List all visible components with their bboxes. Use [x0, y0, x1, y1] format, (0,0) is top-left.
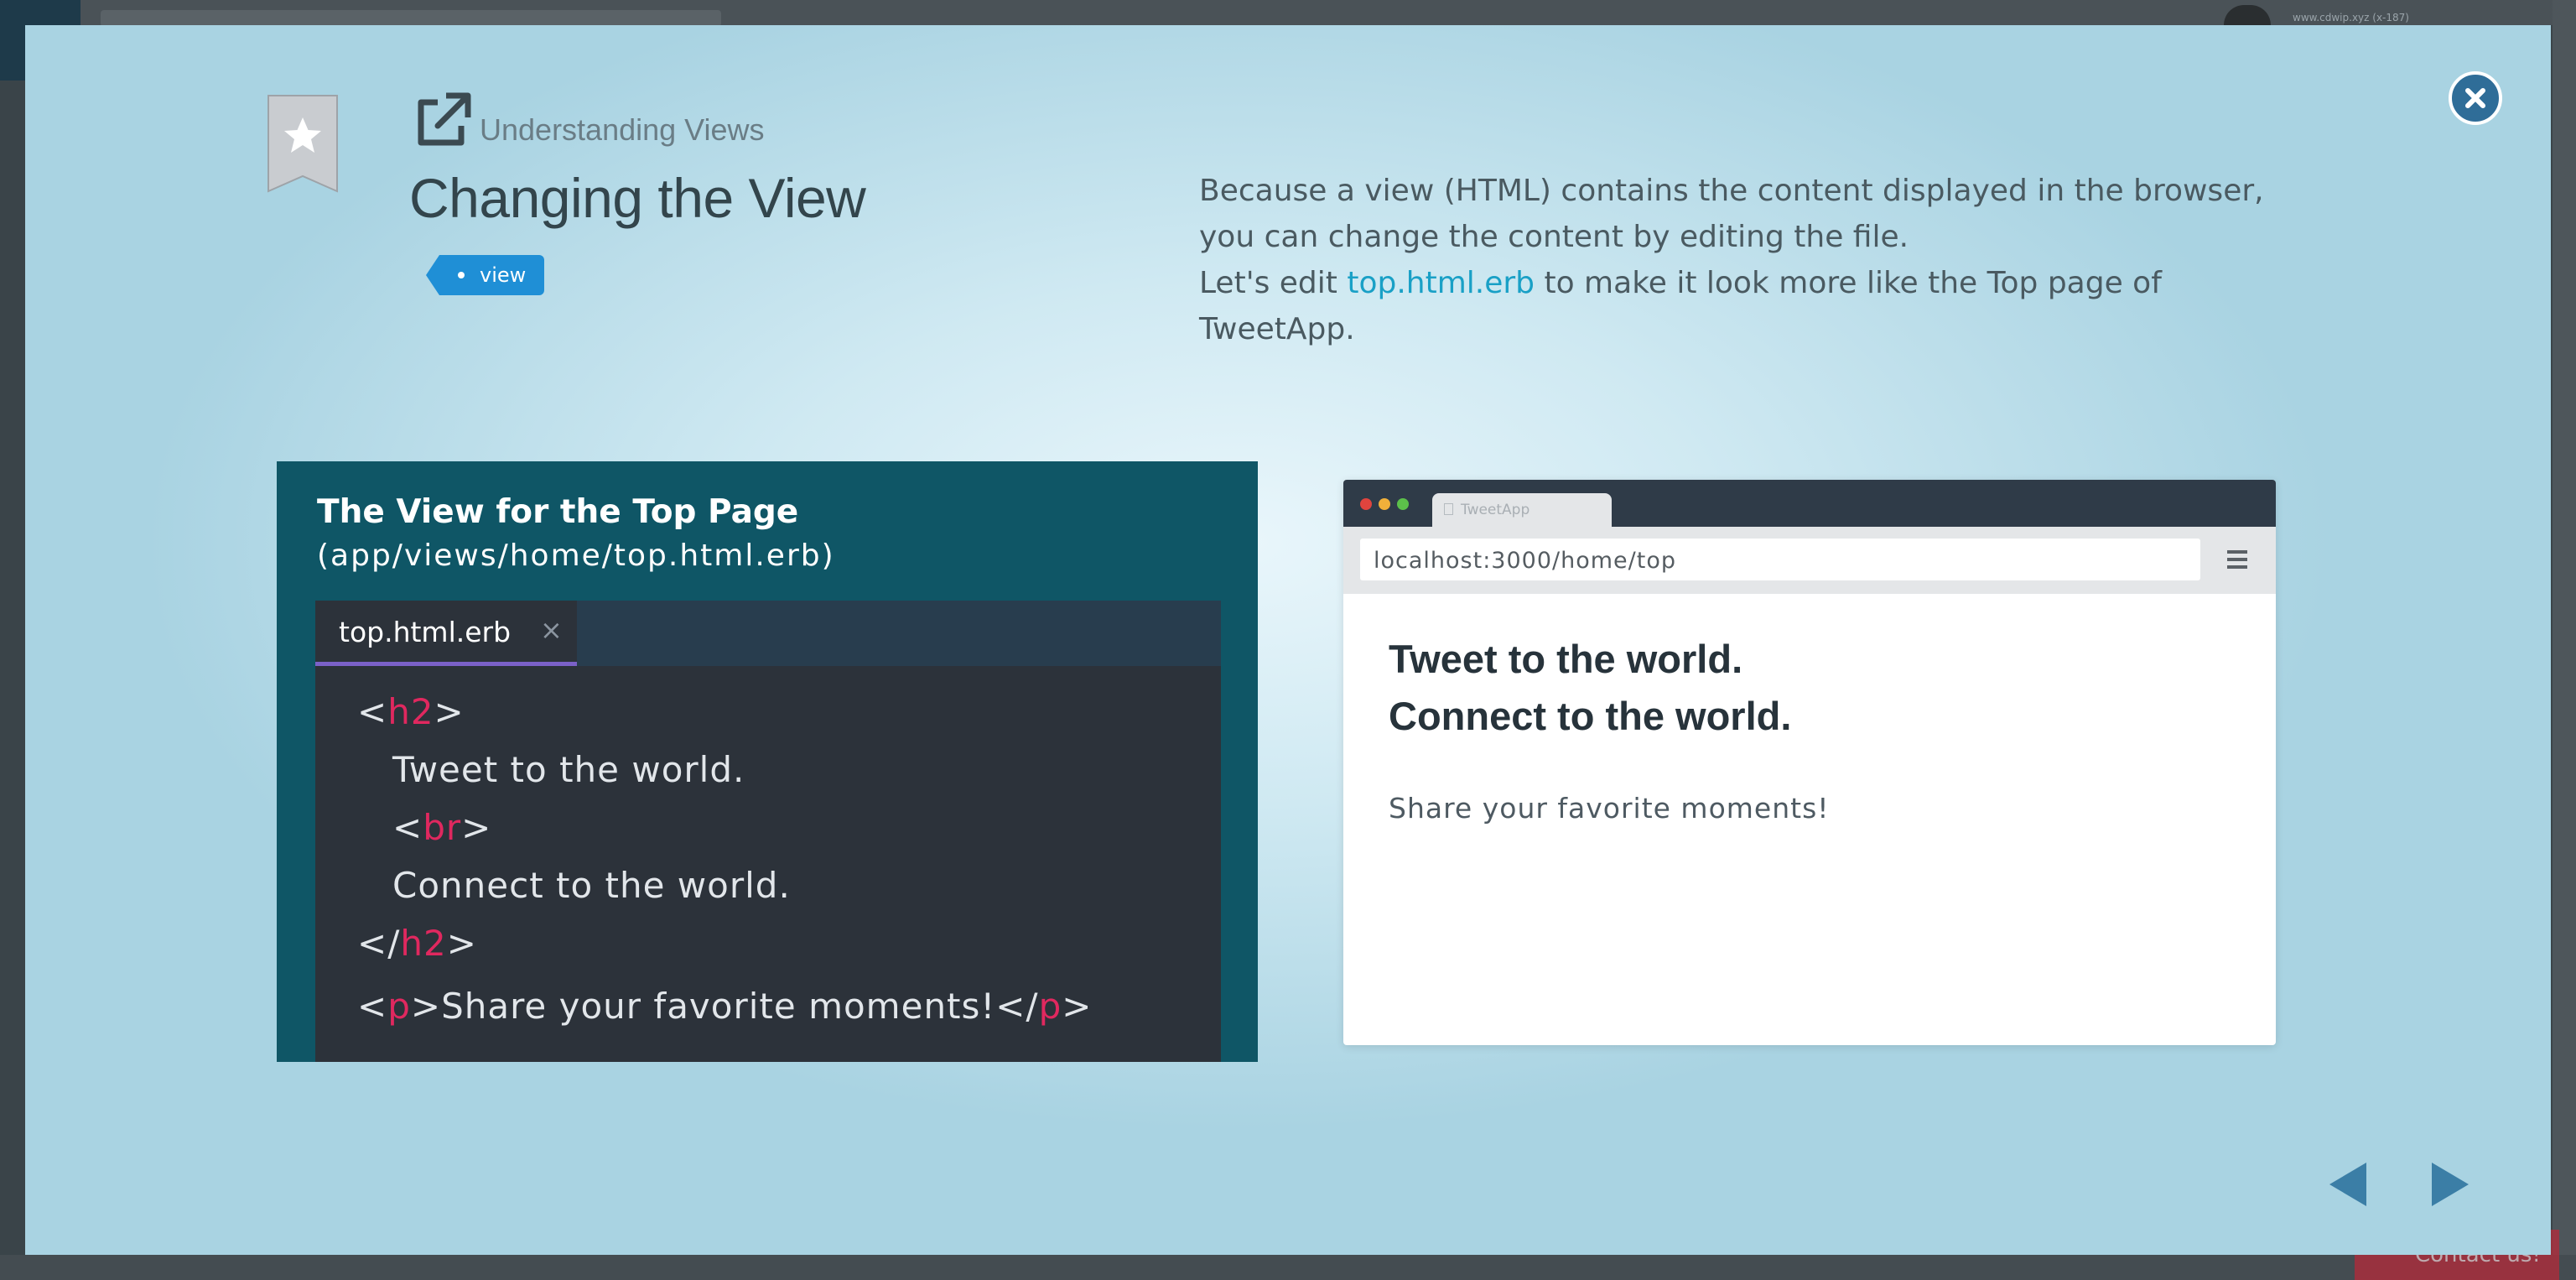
- window-close-dot: [1360, 498, 1372, 510]
- browser-tab: TweetApp: [1432, 493, 1612, 528]
- window-maximize-dot: [1397, 498, 1409, 510]
- background-scrollbar: [2553, 0, 2576, 1280]
- code-block: <h2> Tweet to the world. <br> Connect to th…: [357, 683, 1092, 1035]
- hamburger-menu-icon: [2227, 550, 2247, 570]
- address-text: localhost:3000/home/top: [1374, 548, 1676, 574]
- preview-heading-line: Tweet to the world.: [1389, 637, 1743, 681]
- code-editor: top.html.erb × <h2> Tweet to the world. <b…: [315, 601, 1221, 1062]
- lesson-description: Because a view (HTML) contains the conte…: [1199, 168, 2289, 352]
- code-line: <h2>: [357, 691, 465, 732]
- code-line: <p>Share your favorite moments!</p>: [357, 986, 1093, 1027]
- browser-titlebar: TweetApp: [1343, 480, 2276, 528]
- prev-arrow-icon[interactable]: [2329, 1163, 2366, 1206]
- description-line: Let's edit top.html.erb to make it look …: [1199, 260, 2289, 352]
- address-bar: localhost:3000/home/top: [1360, 539, 2200, 580]
- tag-badge[interactable]: view: [425, 255, 545, 295]
- browser-preview: TweetApp localhost:3000/home/top Tweet t…: [1343, 480, 2276, 1045]
- background-bottom-bar: [0, 1255, 2576, 1280]
- breadcrumb[interactable]: Understanding Views: [480, 112, 765, 148]
- code-panel: The View for the Top Page (app/views/hom…: [277, 461, 1258, 1062]
- code-panel-title: The View for the Top Page: [317, 493, 799, 531]
- code-line: </h2>: [357, 923, 477, 964]
- description-text: Let's edit: [1199, 266, 1348, 300]
- editor-tab[interactable]: top.html.erb ×: [315, 601, 577, 666]
- close-tab-icon[interactable]: ×: [540, 614, 563, 646]
- document-icon: [1444, 503, 1453, 515]
- page-title: Changing the View: [409, 167, 866, 229]
- preview-heading-line: Connect to the world.: [1389, 694, 1792, 738]
- code-panel-path: (app/views/home/top.html.erb): [317, 539, 835, 573]
- close-icon: [2465, 88, 2485, 108]
- slide-modal: Understanding Views Changing the View vi…: [25, 25, 2551, 1255]
- description-line: Because a view (HTML) contains the conte…: [1199, 174, 2264, 254]
- next-arrow-icon[interactable]: [2432, 1163, 2469, 1206]
- tag-dot: [458, 272, 465, 278]
- bookmark-ribbon-icon[interactable]: [267, 94, 339, 195]
- window-minimize-dot: [1379, 498, 1390, 510]
- browser-tab-label: TweetApp: [1461, 502, 1530, 518]
- code-line: <br>: [392, 807, 492, 848]
- editor-tab-label: top.html.erb: [339, 616, 512, 648]
- external-link-icon: [418, 92, 471, 146]
- close-button[interactable]: [2449, 71, 2502, 125]
- preview-heading: Tweet to the world. Connect to the world…: [1389, 631, 1791, 745]
- preview-paragraph: Share your favorite moments!: [1389, 792, 1830, 825]
- file-link[interactable]: top.html.erb: [1347, 266, 1535, 300]
- code-line: Connect to the world.: [392, 865, 791, 906]
- code-line: Tweet to the world.: [392, 749, 745, 790]
- background-searchbar: [101, 10, 721, 27]
- background-url: www.cdwip.xyz (x-187): [2293, 12, 2409, 23]
- tag-label: view: [480, 263, 527, 287]
- browser-toolbar: localhost:3000/home/top: [1343, 527, 2276, 594]
